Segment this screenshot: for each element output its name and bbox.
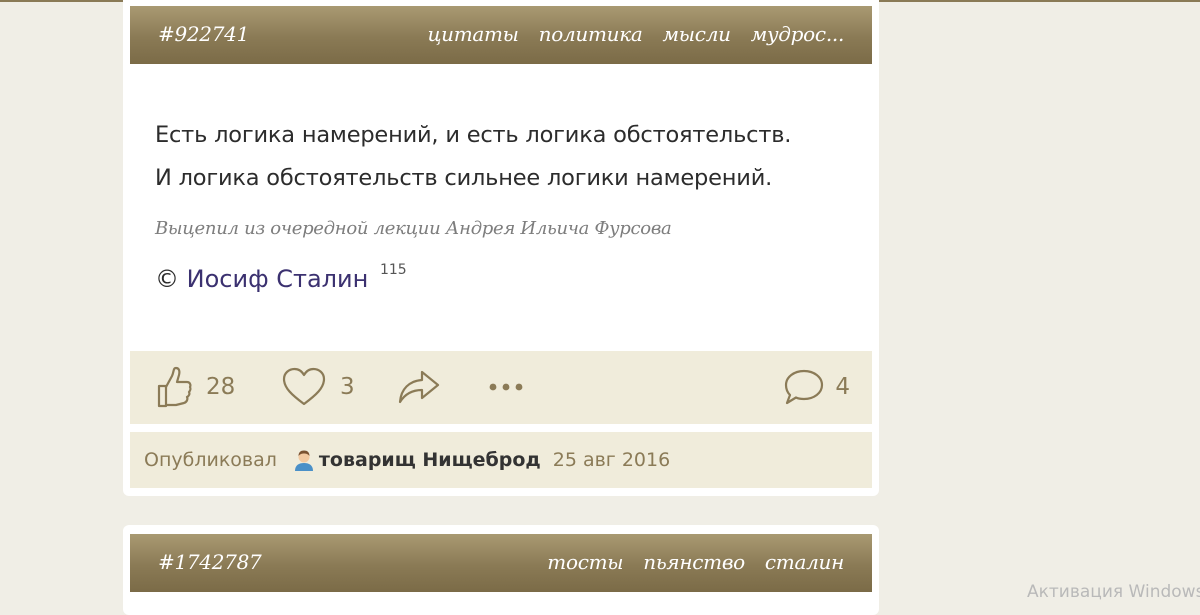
- publish-info: Опубликовал товарищ Нищеброд 25 авг 2016: [130, 432, 872, 488]
- tag-link[interactable]: пьянство: [643, 550, 745, 574]
- quote-line: Есть логика намерений, и есть логика обс…: [155, 122, 792, 148]
- comments-button[interactable]: 4: [783, 365, 850, 409]
- quote-header: #1742787 тосты пьянство сталин: [130, 534, 872, 592]
- quote-text: Есть логика намерений, и есть логика обс…: [155, 114, 855, 200]
- quote-line: И логика обстоятельств сильнее логики на…: [155, 165, 773, 191]
- more-button[interactable]: [488, 365, 524, 409]
- quote-header: #922741 цитаты политика мысли мудрос...: [130, 6, 872, 64]
- author-quote-count: 115: [379, 262, 407, 278]
- tag-link[interactable]: мысли: [663, 22, 732, 46]
- quote-card: #922741 цитаты политика мысли мудрос... …: [123, 0, 879, 496]
- author-link[interactable]: Иосиф Сталин: [187, 265, 369, 293]
- tag-link[interactable]: мудрос...: [751, 22, 845, 46]
- quote-card: #1742787 тосты пьянство сталин: [123, 525, 879, 615]
- share-arrow-icon: [398, 369, 440, 405]
- favorite-button[interactable]: 3: [282, 365, 355, 409]
- like-button[interactable]: 28: [156, 365, 235, 409]
- like-count: 28: [206, 374, 236, 400]
- more-dots-icon: [488, 382, 524, 392]
- tag-link[interactable]: тосты: [547, 550, 623, 574]
- publisher-link[interactable]: товарищ Нищеброд: [319, 449, 541, 471]
- tag-link[interactable]: цитаты: [427, 22, 518, 46]
- published-label: Опубликовал: [144, 449, 277, 471]
- publish-date: 25 авг 2016: [552, 449, 671, 471]
- tag-link[interactable]: сталин: [765, 550, 844, 574]
- thumbs-up-icon: [156, 366, 192, 408]
- quote-author: © Иосиф Сталин 115: [155, 262, 407, 293]
- quote-id-link[interactable]: #1742787: [158, 550, 262, 574]
- quote-id-link[interactable]: #922741: [158, 22, 249, 46]
- favorite-count: 3: [340, 374, 355, 400]
- tag-list: цитаты политика мысли мудрос...: [427, 22, 844, 46]
- heart-icon: [282, 367, 326, 407]
- tag-list: тосты пьянство сталин: [547, 550, 844, 574]
- share-button[interactable]: [398, 365, 440, 409]
- comment-bubble-icon: [783, 368, 825, 406]
- user-avatar-icon: [293, 449, 315, 471]
- copyright-sign: ©: [155, 265, 179, 293]
- tag-link[interactable]: политика: [539, 22, 643, 46]
- comment-count: 4: [835, 374, 850, 400]
- action-bar: 28 3 4: [130, 351, 872, 424]
- quote-note: Выцепил из очередной лекции Андрея Ильич…: [155, 218, 672, 239]
- windows-activation-watermark: Активация Windows: [1027, 582, 1200, 602]
